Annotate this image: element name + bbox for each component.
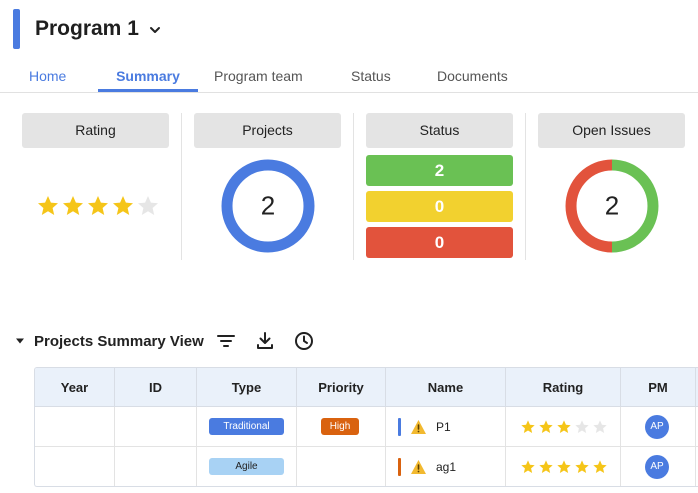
project-name-link[interactable]: ag1 bbox=[436, 460, 456, 474]
cell-pm: AP bbox=[621, 447, 696, 486]
column-header-type[interactable]: Type bbox=[197, 368, 297, 407]
column-header-id[interactable]: ID bbox=[115, 368, 197, 407]
projects-summary-table: Year ID Type Priority Name Rating PM Tra… bbox=[34, 367, 698, 487]
warning-icon bbox=[411, 420, 426, 434]
cell-year bbox=[35, 407, 115, 447]
card-divider bbox=[525, 113, 526, 260]
tab-home[interactable]: Home bbox=[29, 68, 66, 84]
star-empty-icon bbox=[575, 420, 589, 433]
status-card-label: Status bbox=[366, 113, 513, 148]
status-red-bar[interactable]: 0 bbox=[366, 227, 513, 258]
tab-documents[interactable]: Documents bbox=[437, 68, 508, 84]
open-issues-donut[interactable]: 2 bbox=[565, 159, 659, 253]
star-empty-icon bbox=[593, 420, 607, 433]
star-filled-icon bbox=[557, 420, 571, 433]
project-name-link[interactable]: P1 bbox=[436, 420, 451, 434]
cell-type: Agile bbox=[197, 447, 297, 486]
cell-type: Traditional bbox=[197, 407, 297, 447]
cell-pm: AP bbox=[621, 407, 696, 447]
status-yellow-bar[interactable]: 0 bbox=[366, 191, 513, 222]
type-badge: Traditional bbox=[209, 418, 284, 435]
rating-card-label: Rating bbox=[22, 113, 169, 148]
projects-count: 2 bbox=[260, 190, 276, 221]
cell-rating bbox=[506, 407, 621, 447]
column-header-pm[interactable]: PM bbox=[621, 368, 696, 407]
cell-name[interactable]: ag1 bbox=[386, 447, 506, 486]
title-bar: Program 1 bbox=[0, 0, 698, 58]
star-filled-icon bbox=[593, 460, 607, 473]
history-clock-icon[interactable] bbox=[293, 330, 315, 352]
column-header-rating[interactable]: Rating bbox=[506, 368, 621, 407]
cell-id bbox=[115, 407, 197, 447]
type-badge: Agile bbox=[209, 458, 284, 475]
chevron-down-icon[interactable] bbox=[148, 23, 162, 37]
status-green-bar[interactable]: 2 bbox=[366, 155, 513, 186]
tab-program-team[interactable]: Program team bbox=[214, 68, 303, 84]
star-filled-icon bbox=[38, 196, 58, 215]
row-rating-stars bbox=[520, 459, 608, 475]
tab-summary[interactable]: Summary bbox=[98, 68, 198, 92]
column-header-priority[interactable]: Priority bbox=[297, 368, 386, 407]
section-header[interactable]: Projects Summary View bbox=[15, 330, 204, 352]
download-icon[interactable] bbox=[254, 330, 276, 352]
open-issues-card-label: Open Issues bbox=[538, 113, 685, 148]
row-rating-stars bbox=[520, 419, 608, 435]
filter-icon[interactable] bbox=[215, 330, 237, 352]
table-row[interactable]: Traditional High P1 AP bbox=[35, 407, 698, 447]
projects-donut[interactable]: 2 bbox=[221, 159, 315, 253]
cell-id bbox=[115, 447, 197, 486]
star-filled-icon bbox=[521, 460, 535, 473]
star-empty-icon bbox=[138, 196, 158, 215]
table-header-row: Year ID Type Priority Name Rating PM bbox=[35, 368, 698, 407]
cell-rating bbox=[506, 447, 621, 486]
rating-stars bbox=[36, 194, 160, 218]
column-header-name[interactable]: Name bbox=[386, 368, 506, 407]
cell-name[interactable]: P1 bbox=[386, 407, 506, 447]
cell-priority: High bbox=[297, 407, 386, 447]
star-filled-icon bbox=[88, 196, 108, 215]
tab-bar: Home Summary Program team Status Documen… bbox=[0, 60, 698, 93]
name-color-bar bbox=[398, 458, 401, 476]
page-title: Program 1 bbox=[35, 17, 139, 40]
star-filled-icon bbox=[575, 460, 589, 473]
star-filled-icon bbox=[557, 460, 571, 473]
star-filled-icon bbox=[539, 420, 553, 433]
projects-card-label: Projects bbox=[194, 113, 341, 148]
section-title: Projects Summary View bbox=[34, 332, 204, 350]
table-row[interactable]: Agile ag1 AP bbox=[35, 447, 698, 486]
cell-year bbox=[35, 447, 115, 486]
tab-status[interactable]: Status bbox=[351, 68, 391, 84]
priority-badge: High bbox=[321, 418, 359, 435]
avatar[interactable]: AP bbox=[645, 455, 669, 479]
cell-priority bbox=[297, 447, 386, 486]
star-filled-icon bbox=[539, 460, 553, 473]
card-divider bbox=[181, 113, 182, 260]
avatar[interactable]: AP bbox=[645, 415, 669, 439]
open-issues-count: 2 bbox=[604, 190, 620, 221]
title-accent-bar bbox=[13, 9, 20, 49]
name-color-bar bbox=[398, 418, 401, 436]
card-divider bbox=[353, 113, 354, 260]
caret-down-icon[interactable] bbox=[15, 336, 25, 346]
star-filled-icon bbox=[113, 196, 133, 215]
star-filled-icon bbox=[521, 420, 535, 433]
warning-icon bbox=[411, 460, 426, 474]
star-filled-icon bbox=[63, 196, 83, 215]
column-header-year[interactable]: Year bbox=[35, 368, 115, 407]
